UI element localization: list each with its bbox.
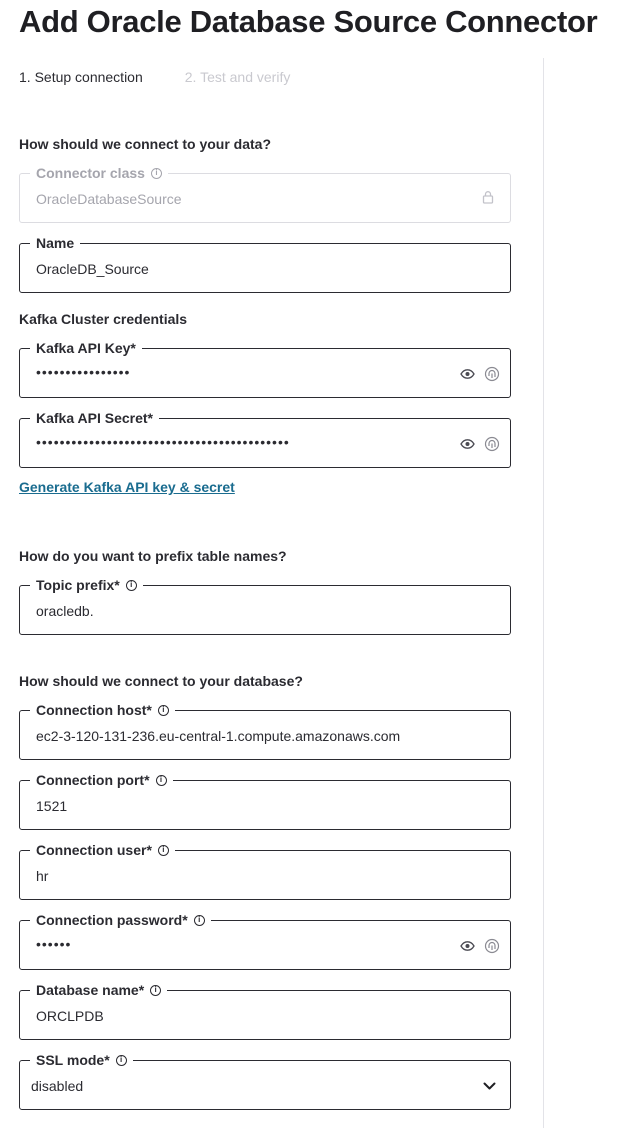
- connection-user-field[interactable]: Connection user* i hr: [19, 841, 511, 900]
- ssl-mode-select[interactable]: SSL mode* i disabled: [19, 1051, 511, 1110]
- eye-icon[interactable]: [460, 369, 475, 379]
- kafka-api-secret-label: Kafka API Secret*: [36, 410, 153, 426]
- fingerprint-icon[interactable]: [484, 435, 500, 453]
- name-label: Name: [36, 235, 75, 251]
- kafka-api-key-input[interactable]: ••••••••••••••••: [36, 362, 482, 382]
- section-heading-connect-database: How should we connect to your database?: [19, 673, 303, 689]
- info-icon[interactable]: i: [155, 774, 167, 786]
- topic-prefix-input[interactable]: oracledb.: [36, 601, 450, 621]
- info-icon[interactable]: i: [115, 1054, 127, 1066]
- connection-user-label: Connection user*: [36, 842, 152, 858]
- generate-api-key-link[interactable]: Generate Kafka API key & secret: [19, 479, 235, 495]
- kafka-api-secret-field[interactable]: Kafka API Secret* ••••••••••••••••••••••…: [19, 409, 511, 468]
- connector-class-field: Connector class i OracleDatabaseSource: [19, 164, 511, 223]
- step-setup-connection[interactable]: 1. Setup connection: [19, 69, 143, 87]
- connector-class-value: OracleDatabaseSource: [36, 191, 182, 207]
- connection-port-input[interactable]: 1521: [36, 796, 450, 816]
- info-icon[interactable]: i: [157, 844, 169, 856]
- name-field[interactable]: Name OracleDB_Source: [19, 234, 511, 293]
- fingerprint-icon[interactable]: [484, 365, 500, 383]
- section-heading-connect-data: How should we connect to your data?: [19, 136, 272, 152]
- eye-icon[interactable]: [460, 941, 475, 951]
- chevron-down-icon[interactable]: [483, 1078, 496, 1096]
- fingerprint-icon[interactable]: [484, 937, 500, 955]
- vertical-divider: [543, 58, 544, 1128]
- connection-host-field[interactable]: Connection host* i ec2-3-120-131-236.eu-…: [19, 701, 511, 760]
- page-title: Add Oracle Database Source Connector: [19, 4, 598, 39]
- connection-host-input[interactable]: ec2-3-120-131-236.eu-central-1.compute.a…: [36, 726, 498, 746]
- connection-password-input[interactable]: ••••••: [36, 934, 482, 954]
- connection-password-field[interactable]: Connection password* i ••••••: [19, 911, 511, 970]
- section-heading-kafka-credentials: Kafka Cluster credentials: [19, 311, 188, 327]
- info-icon[interactable]: i: [125, 579, 137, 591]
- ssl-mode-value[interactable]: disabled: [31, 1076, 450, 1096]
- database-name-label: Database name*: [36, 982, 145, 998]
- lock-icon: [482, 190, 494, 204]
- section-heading-prefix: How do you want to prefix table names?: [19, 548, 287, 564]
- database-name-input[interactable]: ORCLPDB: [36, 1006, 450, 1026]
- kafka-api-key-label: Kafka API Key*: [36, 340, 136, 356]
- connection-port-field[interactable]: Connection port* i 1521: [19, 771, 511, 830]
- eye-icon[interactable]: [460, 439, 475, 449]
- name-input[interactable]: OracleDB_Source: [36, 259, 450, 279]
- info-icon[interactable]: i: [150, 984, 162, 996]
- database-name-field[interactable]: Database name* i ORCLPDB: [19, 981, 511, 1040]
- topic-prefix-field[interactable]: Topic prefix* i oracledb.: [19, 576, 511, 635]
- step-test-and-verify: 2. Test and verify: [184, 69, 291, 85]
- connection-port-label: Connection port*: [36, 772, 150, 788]
- info-icon[interactable]: i: [150, 167, 162, 179]
- connector-setup-page: Add Oracle Database Source Connector 1. …: [0, 0, 620, 1128]
- kafka-api-secret-input[interactable]: ••••••••••••••••••••••••••••••••••••••••…: [36, 432, 474, 452]
- info-icon[interactable]: i: [193, 914, 205, 926]
- kafka-api-key-field[interactable]: Kafka API Key* ••••••••••••••••: [19, 339, 511, 398]
- connection-host-label: Connection host*: [36, 702, 152, 718]
- connection-password-label: Connection password*: [36, 912, 188, 928]
- connection-user-input[interactable]: hr: [36, 866, 450, 886]
- stepper: 1. Setup connection 2. Test and verify: [19, 69, 290, 87]
- ssl-mode-label: SSL mode*: [36, 1052, 110, 1068]
- connector-class-label: Connector class: [36, 165, 145, 181]
- topic-prefix-label: Topic prefix*: [36, 577, 120, 593]
- info-icon[interactable]: i: [157, 704, 169, 716]
